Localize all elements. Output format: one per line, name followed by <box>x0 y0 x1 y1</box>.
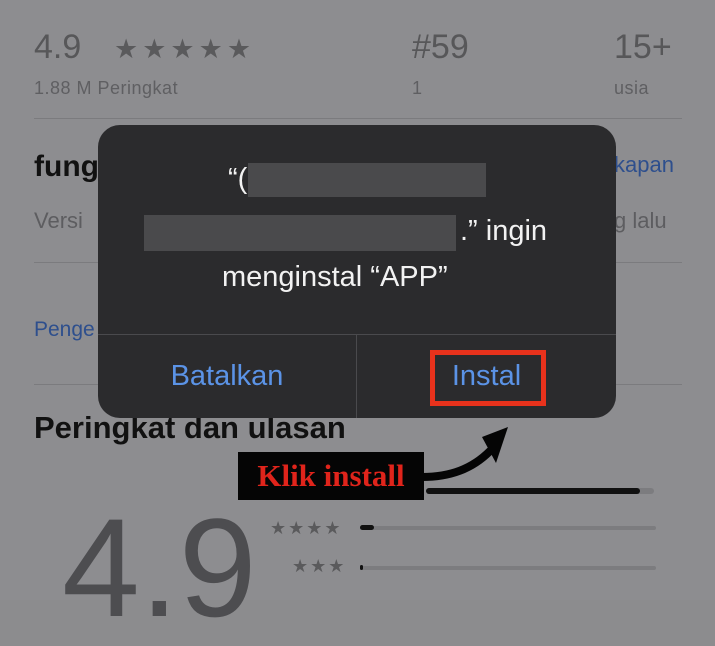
install-dialog: “( .” ingin menginstal “APP” Batalkan In… <box>98 125 616 418</box>
version-history-link[interactable]: kapan <box>614 152 674 178</box>
rating-stars: ★★★★★ <box>114 34 256 64</box>
rank-value: #59 <box>412 28 469 66</box>
rating-bar-4-fill <box>360 525 374 530</box>
annotation-label: Klik install <box>238 452 424 500</box>
version-date: g lalu <box>614 208 667 233</box>
rating-value: 4.9 <box>34 28 82 66</box>
redacted-app-name <box>248 163 486 197</box>
rank-category: 1 <box>412 78 423 98</box>
version-label: Versi <box>34 208 83 233</box>
big-rating-value: 4.9 <box>62 489 257 646</box>
divider <box>34 118 682 119</box>
annotation-arrow-icon <box>418 427 508 481</box>
rating-count: 1.88 M Peringkat <box>34 78 179 98</box>
age-label: usia <box>614 78 650 98</box>
redacted-app-name-line2 <box>144 215 456 251</box>
whats-new-title: fung <box>34 150 99 183</box>
developer-link[interactable]: Penge <box>34 318 95 342</box>
dialog-message: “( .” ingin menginstal “APP” <box>98 125 616 335</box>
dialog-line2-suffix: .” ingin <box>460 215 548 247</box>
dialog-line3: menginstal “APP” <box>222 261 448 293</box>
rating-row-3-stars: ★★★ <box>292 556 347 576</box>
rating-row-4-stars: ★★★★ <box>270 518 343 538</box>
dialog-quote-open: “( <box>228 163 248 195</box>
cancel-button[interactable]: Batalkan <box>98 335 356 418</box>
rating-bar-4 <box>360 526 656 530</box>
rating-bar-3-fill <box>360 565 363 570</box>
install-highlight-box <box>430 350 546 406</box>
age-value: 15+ <box>614 28 672 66</box>
rating-bar-3 <box>360 566 656 570</box>
